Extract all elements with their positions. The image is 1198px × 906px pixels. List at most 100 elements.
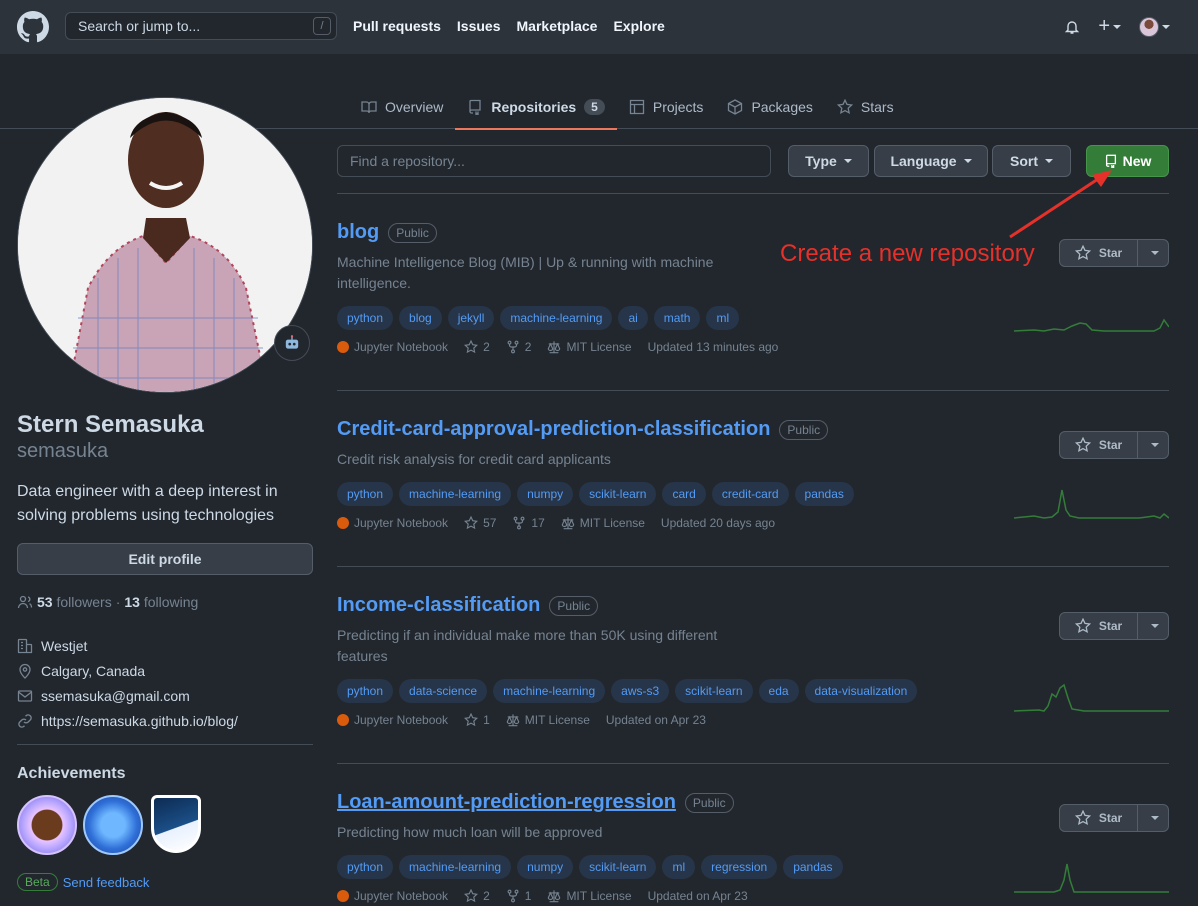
type-filter-button[interactable]: Type [788, 145, 869, 177]
star-button[interactable]: Star [1059, 239, 1169, 267]
topic-tag[interactable]: python [337, 306, 394, 330]
topic-tag[interactable]: python [337, 679, 394, 703]
repo-forks-link[interactable]: 17 [512, 516, 545, 530]
topic-tag[interactable]: machine-learning [493, 679, 606, 703]
nav-issues[interactable]: Issues [457, 18, 501, 34]
tab-stars[interactable]: Stars [825, 84, 906, 129]
nav-explore[interactable]: Explore [613, 18, 664, 34]
star-button-main[interactable]: Star [1060, 613, 1138, 639]
repo-license: MIT License [561, 516, 645, 530]
star-count: 57 [483, 516, 497, 530]
star-icon [464, 889, 479, 903]
topic-tag[interactable]: ml [662, 855, 696, 879]
user-menu[interactable] [1139, 16, 1170, 37]
topic-tag[interactable]: numpy [517, 482, 574, 506]
following-label: following [143, 594, 199, 610]
star-icon [1074, 618, 1091, 634]
repo-forks-link[interactable]: 1 [506, 889, 532, 903]
topic-tag[interactable]: scikit-learn [675, 679, 753, 703]
star-list-dropdown[interactable] [1138, 240, 1168, 266]
achievements-heading: Achievements [17, 765, 126, 782]
nav-marketplace[interactable]: Marketplace [517, 18, 598, 34]
new-button-label: New [1122, 153, 1152, 169]
tab-overview[interactable]: Overview [349, 84, 455, 129]
star-list-dropdown[interactable] [1138, 805, 1168, 831]
github-logo-icon[interactable] [17, 11, 49, 43]
following-link[interactable]: 13 following [124, 594, 198, 610]
detail-email[interactable]: ssemasuka@gmail.com [17, 683, 238, 708]
fork-count: 1 [524, 889, 532, 903]
topic-tag[interactable]: scikit-learn [579, 482, 657, 506]
topic-tag[interactable]: data-science [399, 679, 488, 703]
star-icon [464, 516, 479, 530]
topic-tag[interactable]: python [337, 855, 394, 879]
topic-tag[interactable]: machine-learning [399, 482, 512, 506]
star-button[interactable]: Star [1059, 612, 1169, 640]
tab-packages[interactable]: Packages [715, 84, 824, 129]
edit-profile-button[interactable]: Edit profile [17, 543, 313, 575]
topic-tag[interactable]: scikit-learn [579, 855, 657, 879]
detail-location: Calgary, Canada [17, 658, 238, 683]
topic-tag[interactable]: blog [399, 306, 442, 330]
language-filter-button[interactable]: Language [874, 145, 988, 177]
bell-icon[interactable] [1064, 19, 1080, 35]
search-input[interactable]: Search or jump to... / [65, 12, 337, 40]
star-button-main[interactable]: Star [1060, 432, 1138, 458]
website-link[interactable]: https://semasuka.github.io/blog/ [41, 713, 238, 729]
repo-icon [469, 99, 482, 115]
topic-tag[interactable]: card [662, 482, 706, 506]
license-label: MIT License [524, 713, 590, 727]
topic-tag[interactable]: data-visualization [804, 679, 918, 703]
star-button[interactable]: Star [1059, 431, 1169, 459]
create-new-menu[interactable]: + [1098, 15, 1121, 38]
star-button-main[interactable]: Star [1060, 240, 1138, 266]
star-button[interactable]: Star [1059, 804, 1169, 832]
starstruck-achievement-icon[interactable] [17, 795, 77, 855]
topic-tag[interactable]: python [337, 482, 394, 506]
profile-username: semasuka [17, 440, 109, 462]
repo-stars-link[interactable]: 2 [464, 340, 490, 354]
status-emoji-button[interactable] [274, 325, 310, 361]
star-button-main[interactable]: Star [1060, 805, 1138, 831]
topic-tag[interactable]: regression [701, 855, 778, 879]
followers-link[interactable]: 53 followers [37, 594, 112, 610]
topic-tag[interactable]: machine-learning [399, 855, 512, 879]
star-list-dropdown[interactable] [1138, 613, 1168, 639]
tab-repositories[interactable]: Repositories 5 [455, 84, 617, 130]
repo-name-link[interactable]: Loan-amount-prediction-regression [337, 791, 676, 814]
language-label: Jupyter Notebook [354, 516, 449, 530]
topic-tag[interactable]: ai [618, 306, 648, 330]
profile-avatar[interactable] [17, 97, 313, 393]
email-link[interactable]: ssemasuka@gmail.com [41, 688, 190, 704]
tab-projects[interactable]: Projects [617, 84, 716, 129]
arctic-code-vault-achievement-icon[interactable] [151, 795, 201, 853]
topic-tag[interactable]: eda [758, 679, 799, 703]
find-repository-input[interactable]: Find a repository... [337, 145, 771, 177]
repo-name-link[interactable]: blog [337, 221, 379, 244]
topic-tag[interactable]: math [653, 306, 701, 330]
topic-tag[interactable]: pandas [794, 482, 854, 506]
topic-tag[interactable]: credit-card [711, 482, 789, 506]
repo-name-link[interactable]: Income-classification [337, 594, 540, 617]
company-text: Westjet [41, 637, 88, 654]
topic-tag[interactable]: pandas [783, 855, 843, 879]
star-list-dropdown[interactable] [1138, 432, 1168, 458]
repo-name-link[interactable]: Credit-card-approval-prediction-classifi… [337, 418, 770, 441]
repo-divider [337, 566, 1169, 567]
nav-pull-requests[interactable]: Pull requests [353, 18, 441, 34]
detail-website[interactable]: https://semasuka.github.io/blog/ [17, 708, 238, 733]
topic-tag[interactable]: jekyll [447, 306, 495, 330]
star-icon [1074, 437, 1091, 453]
send-feedback-link[interactable]: Send feedback [63, 875, 150, 890]
pull-shark-achievement-icon[interactable] [83, 795, 143, 855]
repo-forks-link[interactable]: 2 [506, 340, 531, 354]
repo-stars-link[interactable]: 1 [464, 713, 490, 727]
repo-stars-link[interactable]: 2 [464, 889, 490, 903]
topic-tag[interactable]: numpy [517, 855, 574, 879]
topic-tag[interactable]: machine-learning [500, 306, 613, 330]
topic-tag[interactable]: aws-s3 [611, 679, 670, 703]
chevron-down-icon [1162, 24, 1170, 29]
repo-stars-link[interactable]: 57 [464, 516, 496, 530]
follow-separator: · [115, 594, 121, 610]
topic-tag[interactable]: ml [706, 306, 740, 330]
